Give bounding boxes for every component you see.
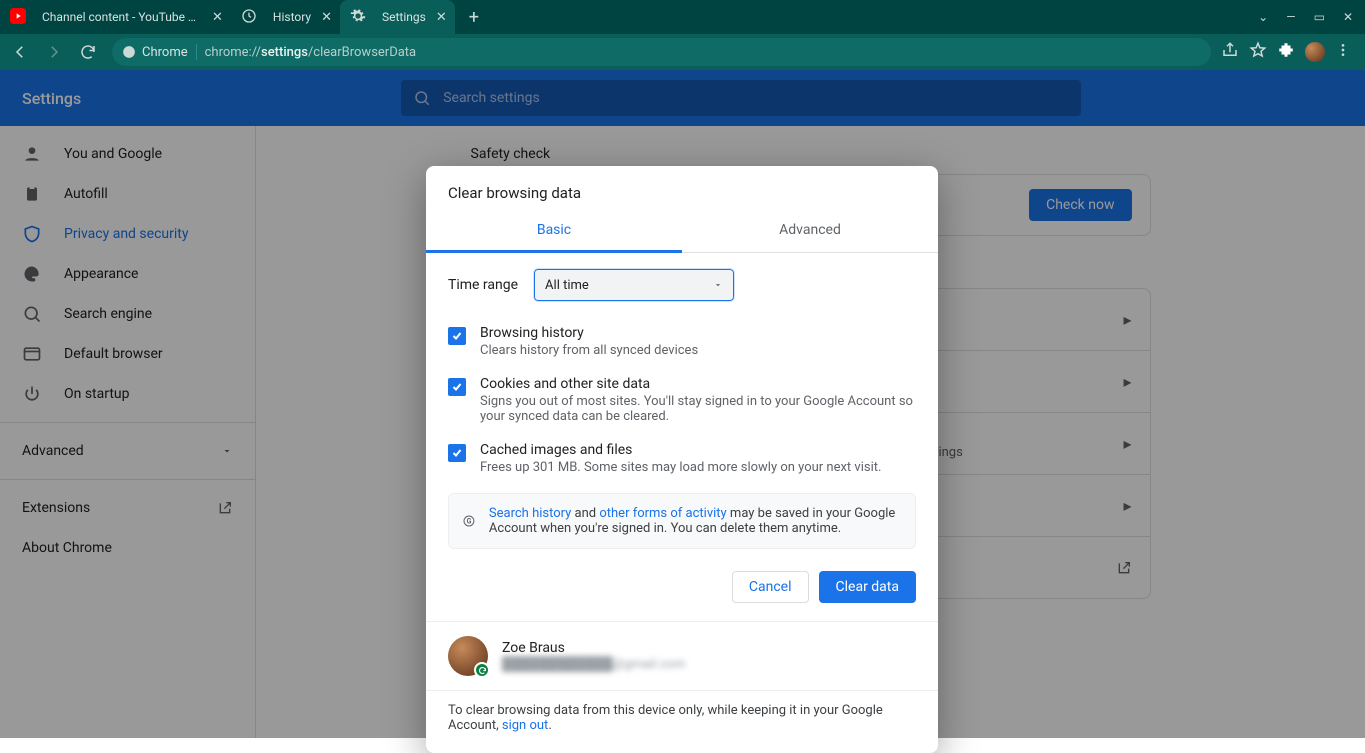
close-icon[interactable]: ✕ — [212, 11, 223, 24]
dialog-title: Clear browsing data — [426, 166, 938, 212]
account-avatar — [448, 636, 488, 676]
check-icon — [451, 381, 463, 393]
url-chip-label: Chrome — [142, 45, 188, 60]
account-name: Zoe Braus — [502, 640, 685, 656]
time-range-select[interactable]: All time — [534, 269, 734, 301]
option-sub: Clears history from all synced devices — [480, 343, 698, 358]
tab-advanced[interactable]: Advanced — [682, 212, 938, 252]
url-text: chrome://settings/clearBrowserData — [205, 45, 417, 60]
minimize-button[interactable]: — — [1286, 10, 1295, 24]
toolbar-right — [1221, 41, 1359, 63]
tab-settings[interactable]: Settings ✕ — [340, 0, 455, 34]
separator — [196, 44, 197, 60]
youtube-icon — [10, 8, 34, 27]
maximize-button[interactable]: ▭ — [1314, 10, 1325, 24]
close-window-button[interactable]: ✕ — [1343, 10, 1353, 24]
reload-button[interactable] — [74, 38, 102, 66]
check-icon — [451, 330, 463, 342]
option-title: Cached images and files — [480, 442, 881, 458]
clear-data-button[interactable]: Clear data — [819, 571, 916, 603]
option-title: Browsing history — [480, 325, 698, 341]
time-range-value: All time — [545, 278, 589, 293]
profile-avatar[interactable] — [1305, 42, 1325, 62]
tab-search-icon[interactable]: ⌄ — [1258, 10, 1268, 24]
option-cookies[interactable]: Cookies and other site data Signs you out… — [448, 368, 916, 434]
option-cached-images[interactable]: Cached images and files Frees up 301 MB. … — [448, 434, 916, 485]
dialog-footer: To clear browsing data from this device … — [426, 691, 938, 753]
tab-label: History — [273, 10, 311, 24]
tab-history[interactable]: History ✕ — [231, 0, 340, 34]
account-email: ████████████@gmail.com — [502, 656, 685, 672]
other-activity-link[interactable]: other forms of activity — [599, 506, 726, 521]
browser-toolbar: Chrome chrome://settings/clearBrowserDat… — [0, 34, 1365, 70]
history-icon — [241, 8, 265, 27]
check-icon — [451, 447, 463, 459]
extensions-icon[interactable] — [1277, 41, 1295, 63]
search-history-link[interactable]: Search history — [489, 506, 571, 521]
sign-out-link[interactable]: sign out — [502, 718, 548, 733]
new-tab-button[interactable]: + — [463, 3, 485, 32]
option-title: Cookies and other site data — [480, 376, 916, 392]
dialog-tabs: Basic Advanced — [426, 212, 938, 253]
settings-page: Settings Search settings You and Google … — [0, 70, 1365, 738]
info-box: G Search history and other forms of acti… — [448, 493, 916, 549]
option-sub: Signs you out of most sites. You'll stay… — [480, 394, 916, 424]
account-row: Zoe Braus ████████████@gmail.com — [426, 622, 938, 691]
google-icon: G — [463, 510, 475, 532]
back-button[interactable] — [6, 38, 34, 66]
close-icon[interactable]: ✕ — [436, 11, 447, 24]
tab-basic[interactable]: Basic — [426, 212, 682, 253]
clear-browsing-data-dialog: Clear browsing data Basic Advanced Time … — [426, 166, 938, 753]
tab-youtube-studio[interactable]: Channel content - YouTube Studi ✕ — [0, 0, 231, 34]
tab-label: Channel content - YouTube Studi — [42, 10, 202, 24]
address-bar[interactable]: Chrome chrome://settings/clearBrowserDat… — [112, 38, 1211, 66]
svg-text:G: G — [467, 517, 472, 525]
forward-button[interactable] — [40, 38, 68, 66]
checkbox[interactable] — [448, 327, 466, 345]
checkbox[interactable] — [448, 444, 466, 462]
cancel-button[interactable]: Cancel — [732, 571, 809, 603]
gear-icon — [350, 8, 374, 27]
sync-badge-icon — [474, 662, 490, 678]
checkbox[interactable] — [448, 378, 466, 396]
option-sub: Frees up 301 MB. Some sites may load mor… — [480, 460, 881, 475]
close-icon[interactable]: ✕ — [321, 11, 332, 24]
share-icon[interactable] — [1221, 41, 1239, 63]
tab-label: Settings — [382, 10, 426, 24]
time-range-label: Time range — [448, 277, 518, 293]
chevron-down-icon — [713, 280, 723, 290]
window-controls: ⌄ — ▭ ✕ — [1258, 10, 1365, 24]
option-browsing-history[interactable]: Browsing history Clears history from all … — [448, 317, 916, 368]
kebab-menu-icon[interactable] — [1335, 42, 1351, 62]
browser-titlebar: Channel content - YouTube Studi ✕ Histor… — [0, 0, 1365, 34]
star-icon[interactable] — [1249, 41, 1267, 63]
site-info-icon[interactable]: Chrome — [122, 45, 188, 60]
